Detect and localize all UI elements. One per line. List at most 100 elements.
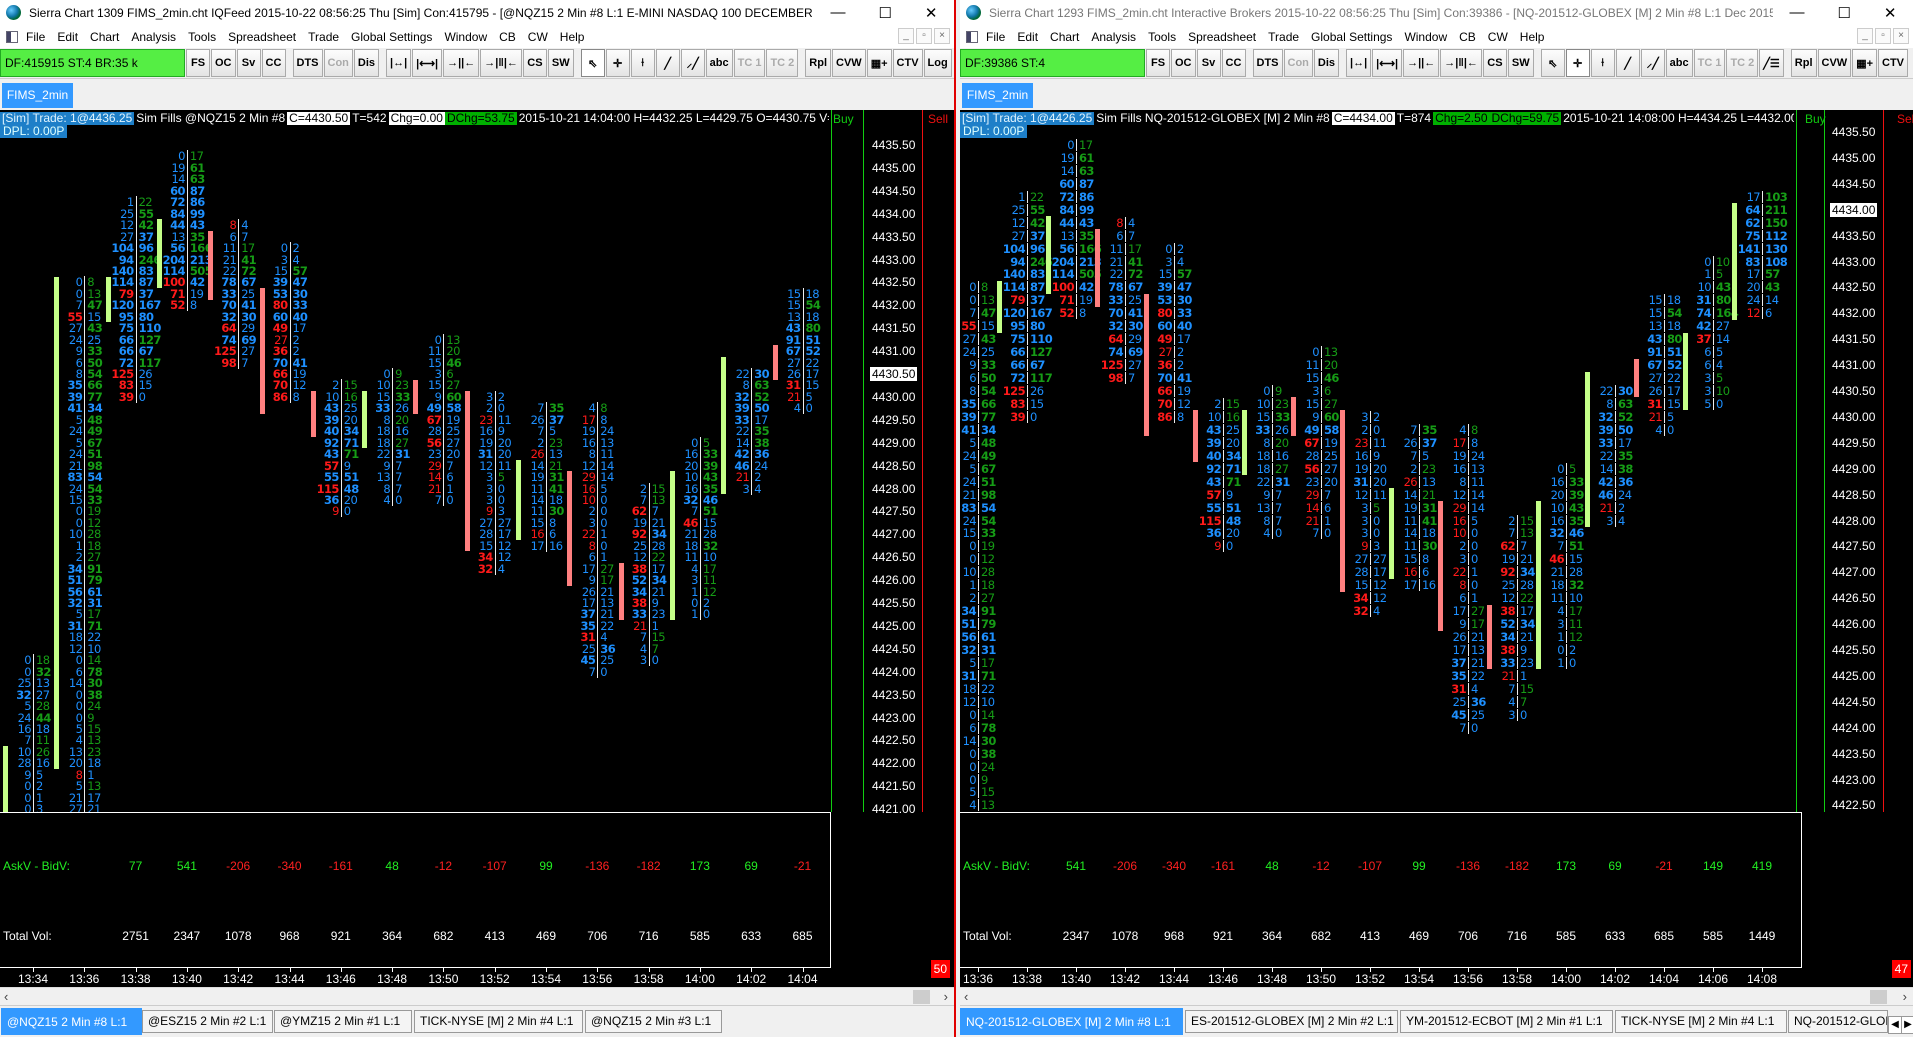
mdi-restore-button[interactable]: ▫ bbox=[1875, 28, 1891, 44]
menu-cb[interactable]: CB bbox=[499, 30, 516, 44]
minimize-button[interactable]: — bbox=[1789, 4, 1804, 22]
chartbook-tab-fims-2min[interactable]: FIMS_2min bbox=[2, 83, 73, 108]
toolbar-button-tc2[interactable]: TC 2 bbox=[1726, 49, 1759, 77]
fibonacci-tool-icon[interactable]: ╱☰ bbox=[1759, 49, 1784, 77]
chart-tab[interactable]: TICK-NYSE [M] 2 Min #4 L:1 bbox=[414, 1010, 583, 1033]
toolbar-button-con[interactable]: Con bbox=[1283, 49, 1313, 77]
toolbar-button-fs[interactable]: FS bbox=[1146, 49, 1170, 77]
chart-tab[interactable]: @ESZ15 2 Min #2 L:1 bbox=[142, 1010, 273, 1033]
pointer-icon[interactable]: ⇖ bbox=[1540, 49, 1565, 77]
chart-tab[interactable]: TICK-NYSE [M] 2 Min #4 L:1 bbox=[1615, 1010, 1787, 1033]
toolbar-button-ctv[interactable]: CTV bbox=[892, 49, 923, 77]
close-button[interactable]: ✕ bbox=[1884, 4, 1897, 22]
menu-analysis[interactable]: Analysis bbox=[131, 30, 176, 44]
menu-global-settings[interactable]: Global Settings bbox=[351, 30, 432, 44]
toolbar-button-oc[interactable]: OC bbox=[1171, 49, 1196, 77]
mdi-close-button[interactable]: × bbox=[934, 28, 950, 44]
sell-column-header[interactable]: Sell bbox=[1897, 112, 1913, 126]
chart-tab[interactable]: ES-201512-GLOBEX [M] 2 Min #2 L:1 bbox=[1185, 1010, 1398, 1033]
toolbar-button-con[interactable]: Con bbox=[323, 49, 353, 77]
ray-tool-icon[interactable]: ⸝╱ bbox=[680, 49, 705, 77]
menu-global-settings[interactable]: Global Settings bbox=[1311, 30, 1392, 44]
scroll-right-arrow-icon[interactable]: › bbox=[1903, 989, 1907, 1004]
toolbar-button-cs[interactable]: CS bbox=[1482, 49, 1507, 77]
toolbar-button-cc[interactable]: CC bbox=[1221, 49, 1246, 77]
toolbar-button-cs[interactable]: CS bbox=[522, 49, 547, 77]
toolbar-button-tc2[interactable]: TC 2 bbox=[766, 49, 799, 77]
toolbar-button-sw[interactable]: SW bbox=[1507, 49, 1534, 77]
chart-tab[interactable]: @NQZ15 2 Min #8 L:1 bbox=[1, 1008, 142, 1035]
cursor-value-icon[interactable]: ⟊ bbox=[630, 49, 655, 77]
toolbar-button-rpl[interactable]: Rpl bbox=[805, 49, 832, 77]
menu-cw[interactable]: CW bbox=[1488, 30, 1508, 44]
buy-column-header[interactable]: Buy bbox=[833, 112, 854, 126]
expand-bars-icon[interactable]: →|‖|← bbox=[480, 49, 522, 77]
menu-edit[interactable]: Edit bbox=[1017, 30, 1038, 44]
menu-cw[interactable]: CW bbox=[528, 30, 548, 44]
menu-edit[interactable]: Edit bbox=[57, 30, 78, 44]
menu-file[interactable]: File bbox=[26, 30, 45, 44]
document-menu-icon[interactable] bbox=[6, 30, 18, 43]
menu-trade[interactable]: Trade bbox=[308, 30, 339, 44]
horizontal-scrollbar[interactable]: ‹ › bbox=[960, 987, 1913, 1005]
expand-bars-icon[interactable]: →|‖|← bbox=[1440, 49, 1482, 77]
zoom-out-bars-icon[interactable]: |⟷| bbox=[1372, 49, 1403, 77]
toolbar-button-tc1[interactable]: TC 1 bbox=[1693, 49, 1726, 77]
ray-tool-icon[interactable]: ⸝╱ bbox=[1640, 49, 1665, 77]
tab-scroll-left-icon[interactable]: ◀ bbox=[1888, 1016, 1902, 1034]
toolbar-button-dts[interactable]: DTS bbox=[292, 49, 323, 77]
footprint-plot[interactable]: 0 18 0 32 25 13 32 27 5 28 24 44 16 18 7 11 10 26 28 16 9 5 0 2… bbox=[0, 110, 831, 812]
footprint-plot[interactable]: 0 8 0 13 7 47 55 15 27 43 24 25 9 33 6 50 8 54 35 66 39 77 41 3… bbox=[960, 110, 1802, 812]
menu-file[interactable]: File bbox=[986, 30, 1005, 44]
toolbar-button-cc[interactable]: CC bbox=[261, 49, 286, 77]
scroll-left-arrow-icon[interactable]: ‹ bbox=[964, 989, 968, 1004]
chart-tab[interactable]: @YMZ15 2 Min #1 L:1 bbox=[274, 1010, 412, 1033]
chart-area[interactable]: 0 8 0 13 7 47 55 15 27 43 24 25 9 33 6 50 8 54 35 66 39 77 41 3… bbox=[960, 110, 1913, 987]
toolbar-button-dis[interactable]: Dis bbox=[1313, 49, 1340, 77]
cursor-value-icon[interactable]: ⟊ bbox=[1590, 49, 1615, 77]
text-tool-icon[interactable]: abc bbox=[1665, 49, 1693, 77]
menu-help[interactable]: Help bbox=[1520, 30, 1545, 44]
tab-scroll-right-icon[interactable]: ▶ bbox=[1901, 1016, 1913, 1034]
menu-help[interactable]: Help bbox=[560, 30, 585, 44]
maximize-button[interactable]: ☐ bbox=[1837, 4, 1850, 22]
menu-window[interactable]: Window bbox=[1404, 30, 1447, 44]
toolbar-button-sv[interactable]: Sv bbox=[1196, 49, 1221, 77]
mdi-restore-button[interactable]: ▫ bbox=[916, 28, 932, 44]
toolbar-button-cvw[interactable]: CVW bbox=[832, 49, 866, 77]
chart-tab[interactable]: NQ-201512-GLOBEX [M] 2 Min #3 L:1 bbox=[1788, 1010, 1888, 1033]
toolbar-button-sw[interactable]: SW bbox=[547, 49, 574, 77]
menu-analysis[interactable]: Analysis bbox=[1091, 30, 1136, 44]
menu-window[interactable]: Window bbox=[444, 30, 487, 44]
scroll-right-arrow-icon[interactable]: › bbox=[944, 989, 948, 1004]
chart-tab[interactable]: @NQZ15 2 Min #3 L:1 bbox=[585, 1010, 722, 1033]
toolbar-button-dis[interactable]: Dis bbox=[353, 49, 380, 77]
line-tool-icon[interactable]: ╱ bbox=[1615, 49, 1640, 77]
pointer-icon[interactable]: ⇖ bbox=[580, 49, 605, 77]
menu-chart[interactable]: Chart bbox=[1050, 30, 1079, 44]
menu-trade[interactable]: Trade bbox=[1268, 30, 1299, 44]
mdi-close-button[interactable]: × bbox=[1893, 28, 1909, 44]
chart-tab[interactable]: NQ-201512-GLOBEX [M] 2 Min #8 L:1 bbox=[960, 1008, 1183, 1035]
mdi-minimize-button[interactable]: _ bbox=[1857, 28, 1873, 44]
menu-spreadsheet[interactable]: Spreadsheet bbox=[1188, 30, 1256, 44]
buy-column-header[interactable]: Buy bbox=[1805, 112, 1826, 126]
minimize-button[interactable]: — bbox=[830, 4, 845, 22]
line-tool-icon[interactable]: ╱ bbox=[655, 49, 680, 77]
scrollbar-thumb[interactable] bbox=[913, 990, 930, 1004]
close-button[interactable]: ✕ bbox=[925, 4, 938, 22]
crosshair-icon[interactable]: ✛ bbox=[1565, 49, 1590, 77]
horizontal-scrollbar[interactable]: ‹ › bbox=[0, 987, 954, 1005]
toolbar-button-rpl[interactable]: Rpl bbox=[1790, 49, 1817, 77]
compress-bars-icon[interactable]: →||← bbox=[443, 49, 480, 77]
crosshair-icon[interactable]: ✛ bbox=[605, 49, 630, 77]
compress-bars-icon[interactable]: →||← bbox=[1403, 49, 1440, 77]
chart-tab[interactable]: YM-201512-ECBOT [M] 2 Min #1 L:1 bbox=[1400, 1010, 1613, 1033]
document-menu-icon[interactable] bbox=[966, 30, 978, 43]
trade-window-icon[interactable]: ▦+ bbox=[866, 49, 892, 77]
toolbar-button-sv[interactable]: Sv bbox=[236, 49, 261, 77]
menu-tools[interactable]: Tools bbox=[1148, 30, 1176, 44]
toolbar-button-fs[interactable]: FS bbox=[186, 49, 210, 77]
menu-chart[interactable]: Chart bbox=[90, 30, 119, 44]
scroll-left-arrow-icon[interactable]: ‹ bbox=[4, 989, 8, 1004]
